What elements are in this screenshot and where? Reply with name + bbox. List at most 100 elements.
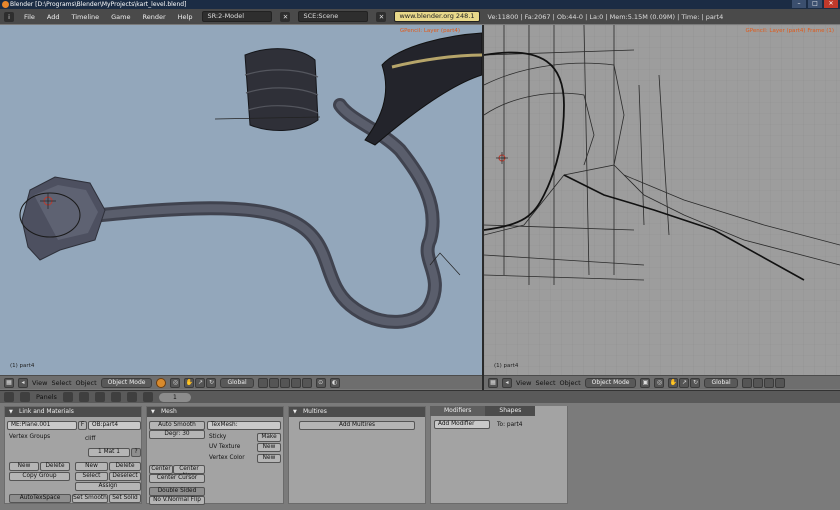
pivot-icon[interactable]: ◎ [170,377,181,388]
lock-icon[interactable]: ⊙ [315,377,326,388]
viewport-3d-left[interactable]: GPencil: Layer (part4) (1) part4 [0,25,482,375]
shading-context-icon[interactable] [94,392,105,402]
object-context-icon[interactable] [110,392,121,402]
panel-title[interactable]: Mesh [147,407,283,417]
object-menu[interactable]: Object [560,379,581,387]
menu-add[interactable]: Add [45,13,62,21]
vgroup-delete-button[interactable]: Delete [40,462,70,471]
orientation-dropdown[interactable]: Global [704,377,738,388]
layer-3[interactable] [279,377,290,388]
layer-3[interactable] [763,377,774,388]
tab-shapes[interactable]: Shapes [485,406,536,416]
material-new-button[interactable]: New [75,462,108,471]
rotate-icon[interactable]: ↻ [206,377,217,388]
layer-4[interactable] [774,377,785,388]
window-type-icon[interactable]: ▦ [488,377,498,388]
logic-context-icon[interactable] [62,392,73,402]
menu-file[interactable]: File [22,13,37,21]
viewport-3d-right[interactable]: GPencil: Layer (part4) Frame (1) (1) par… [484,25,840,375]
editing-context-icon[interactable] [126,392,137,402]
layer-5[interactable] [301,377,312,388]
screen-delete-icon[interactable]: ✕ [280,11,291,22]
panel-title[interactable]: Multires [289,407,425,417]
auto-smooth-toggle[interactable]: Auto Smooth [149,421,205,430]
mode-dropdown[interactable]: Object Mode [100,377,153,388]
panels-menu[interactable]: Panels [36,393,57,401]
window-type-icon[interactable]: ▦ [4,377,14,388]
degr-field[interactable]: Degr: 30 [149,430,205,439]
material-delete-button[interactable]: Delete [109,462,141,471]
uv-texture-new-button[interactable]: New [257,443,281,452]
layer-1[interactable] [741,377,752,388]
tab-modifiers[interactable]: Modifiers [430,406,486,416]
info-window-type-icon[interactable]: i [4,11,14,22]
scene-selector[interactable]: SCE:Scene [298,11,369,22]
mesh-name-field[interactable]: ME:Plane.001 [7,421,77,430]
orientation-dropdown[interactable]: Global [220,377,254,388]
active-object-label: (1) part4 [10,363,35,369]
center-new-button[interactable]: Center New [173,465,205,479]
object-menu[interactable]: Object [76,379,97,387]
close-button[interactable]: ✕ [824,0,838,8]
scene-delete-icon[interactable]: ✕ [376,11,387,22]
fake-user-button[interactable]: F [78,421,87,430]
layer-4[interactable] [290,377,301,388]
hand-icon[interactable]: ✋ [184,377,195,388]
menu-help[interactable]: Help [176,13,195,21]
scene-context-icon[interactable] [142,392,153,402]
layer-2[interactable] [268,377,279,388]
minimize-button[interactable]: – [792,0,806,8]
blender-url-link[interactable]: www.blender.org 248.1 [394,11,480,22]
sticky-make-button[interactable]: Make [257,433,281,442]
render-icon[interactable]: ◐ [329,377,340,388]
vertex-color-new-button[interactable]: New [257,454,281,463]
set-smooth-button[interactable]: Set Smooth [72,494,108,503]
window-type-icon[interactable] [4,392,14,402]
collapse-menu-icon[interactable]: ◂ [18,377,28,388]
select-menu[interactable]: Select [51,379,71,387]
copy-group-button[interactable]: Copy Group [9,472,70,481]
material-assign-button[interactable]: Assign [75,482,141,491]
manipulator-buttons: ✋ ↗ ↻ [668,377,701,388]
object-name-field[interactable]: OB:part4 [88,421,141,430]
material-select-button[interactable]: Select [75,472,108,481]
texmesh-field[interactable]: TexMesh: [207,421,281,430]
add-multires-button[interactable]: Add Multires [299,421,415,430]
mode-dropdown[interactable]: Object Mode [584,377,637,388]
double-sided-toggle[interactable]: Double Sided [149,487,205,496]
select-menu[interactable]: Select [535,379,555,387]
center-button[interactable]: Center [149,465,173,474]
screen-selector[interactable]: SR:2-Model [202,11,273,22]
rotate-icon[interactable]: ↻ [690,377,701,388]
pivot-icon[interactable]: ◎ [654,377,665,388]
collapse-menu-icon[interactable] [20,392,30,402]
panel-title[interactable]: Link and Materials [5,407,141,417]
material-deselect-button[interactable]: Deselect [109,472,141,481]
menu-game[interactable]: Game [109,13,132,21]
frame-number-field[interactable]: 1 [158,392,191,402]
layer-1[interactable] [257,377,268,388]
no-vnormal-flip-toggle[interactable]: No V.Normal Flip [149,496,205,505]
hand-icon[interactable]: ✋ [668,377,679,388]
maximize-button[interactable]: □ [808,0,822,8]
set-solid-button[interactable]: Set Solid [109,494,141,503]
material-name-label: cliff [85,436,96,442]
center-cursor-button[interactable]: Center Cursor [149,474,205,483]
autotexspace-button[interactable]: AutoTexSpace [9,494,71,503]
script-context-icon[interactable] [78,392,89,402]
vgroup-new-button[interactable]: New [9,462,39,471]
layer-2[interactable] [752,377,763,388]
material-slot-arrow[interactable]: ? [131,448,141,457]
link-materials-panel: Link and Materials ME:Plane.001 F OB:par… [4,406,142,504]
draw-type-icon[interactable] [156,377,167,388]
material-slot-field[interactable]: 1 Mat 1 [88,448,130,457]
menu-render[interactable]: Render [140,13,167,21]
menu-timeline[interactable]: Timeline [69,13,101,21]
camera-icon[interactable]: ▣ [640,377,651,388]
view-menu[interactable]: View [32,379,47,387]
view-menu[interactable]: View [516,379,531,387]
translate-icon[interactable]: ↗ [679,377,690,388]
add-modifier-dropdown[interactable]: Add Modifier [434,420,490,429]
collapse-menu-icon[interactable]: ◂ [502,377,512,388]
translate-icon[interactable]: ↗ [195,377,206,388]
